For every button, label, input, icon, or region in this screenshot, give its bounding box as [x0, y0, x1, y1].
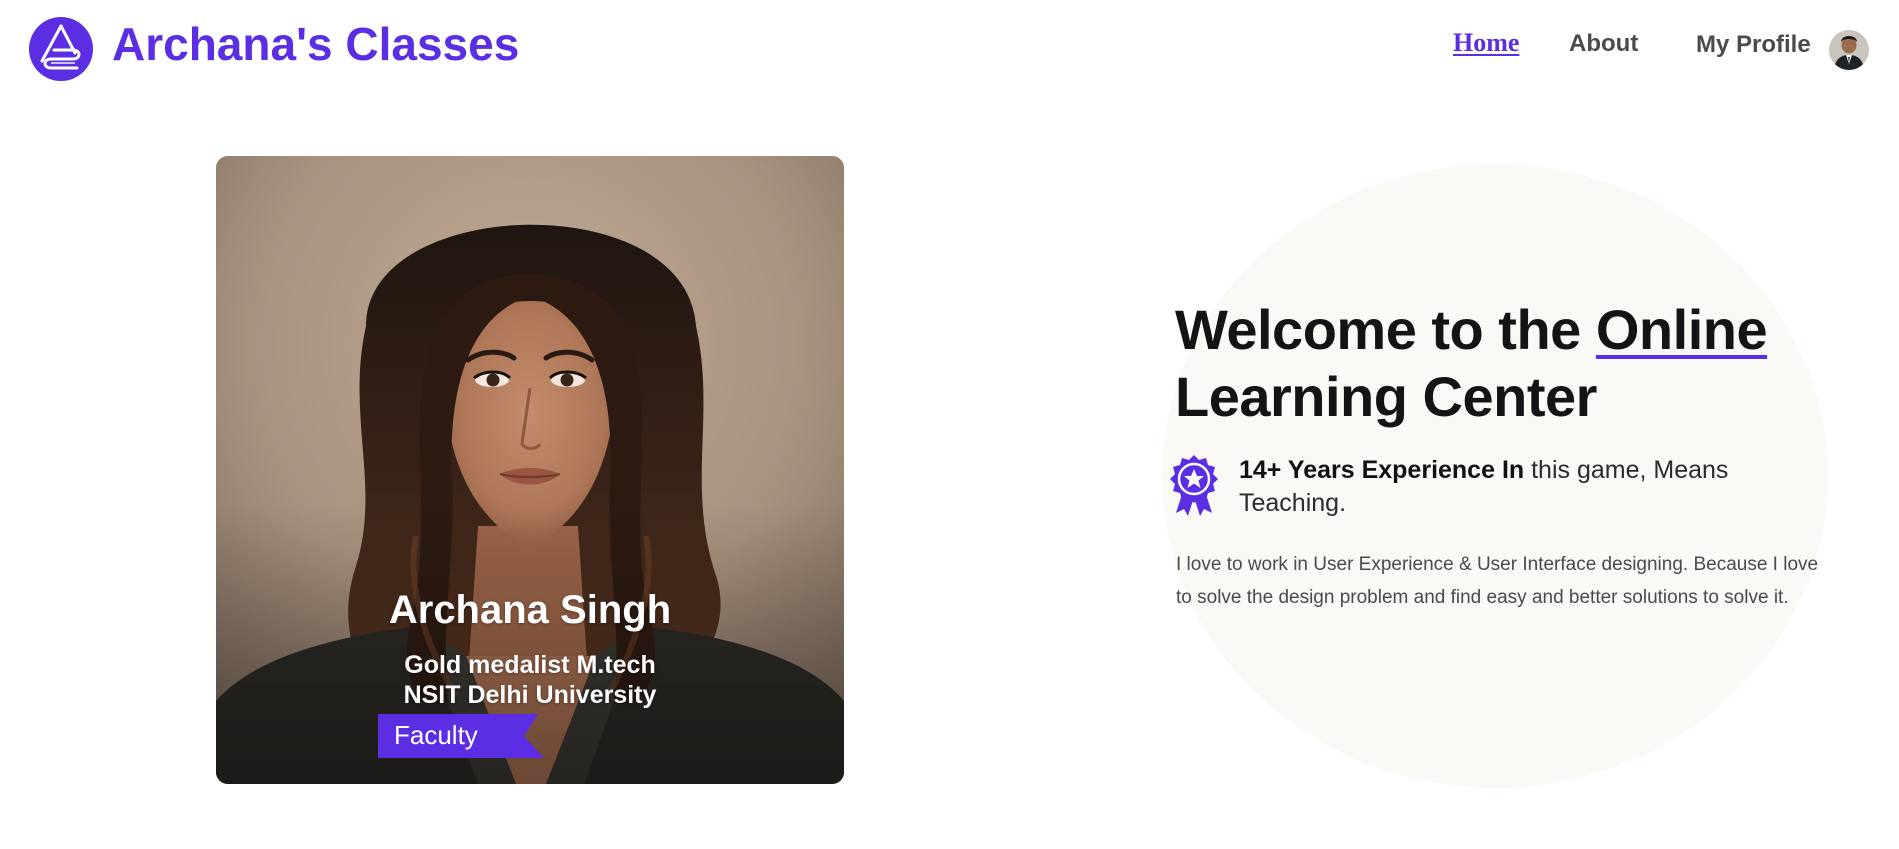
faculty-university: NSIT Delhi University — [403, 681, 657, 709]
nav-home-link[interactable]: Home — [1453, 28, 1519, 58]
avatar[interactable] — [1829, 30, 1869, 70]
faculty-degree: Gold medalist M.tech — [404, 651, 656, 679]
logo-icon[interactable] — [29, 17, 93, 81]
brand-name[interactable]: Archana's Classes — [112, 14, 519, 74]
hero-title: Welcome to the Online Learning Center — [1175, 296, 1815, 430]
faculty-ribbon: Faculty — [378, 714, 548, 758]
faculty-name: Archana Singh — [388, 588, 672, 632]
hero-description: I love to work in User Experience & User… — [1176, 554, 1819, 608]
faculty-card: Archana Singh Gold medalist M.tech NSIT … — [216, 156, 844, 784]
experience-text: 14+ Years Experience In this game, Means… — [1239, 454, 1799, 520]
nav-about-link[interactable]: About — [1569, 30, 1638, 58]
site-header: Archana's Classes Home About My Profile — [0, 0, 1899, 96]
hero-title-part1: Welcome to the — [1175, 298, 1596, 361]
hero-title-line2: Learning Center — [1175, 365, 1597, 428]
nav-my-profile-link[interactable]: My Profile — [1696, 31, 1811, 59]
experience-highlight: 14+ Years Experience In — [1239, 456, 1525, 484]
award-ribbon-icon — [1170, 455, 1218, 517]
hero-title-highlight: Online — [1595, 298, 1768, 361]
faculty-tag-label: Faculty — [394, 720, 478, 750]
